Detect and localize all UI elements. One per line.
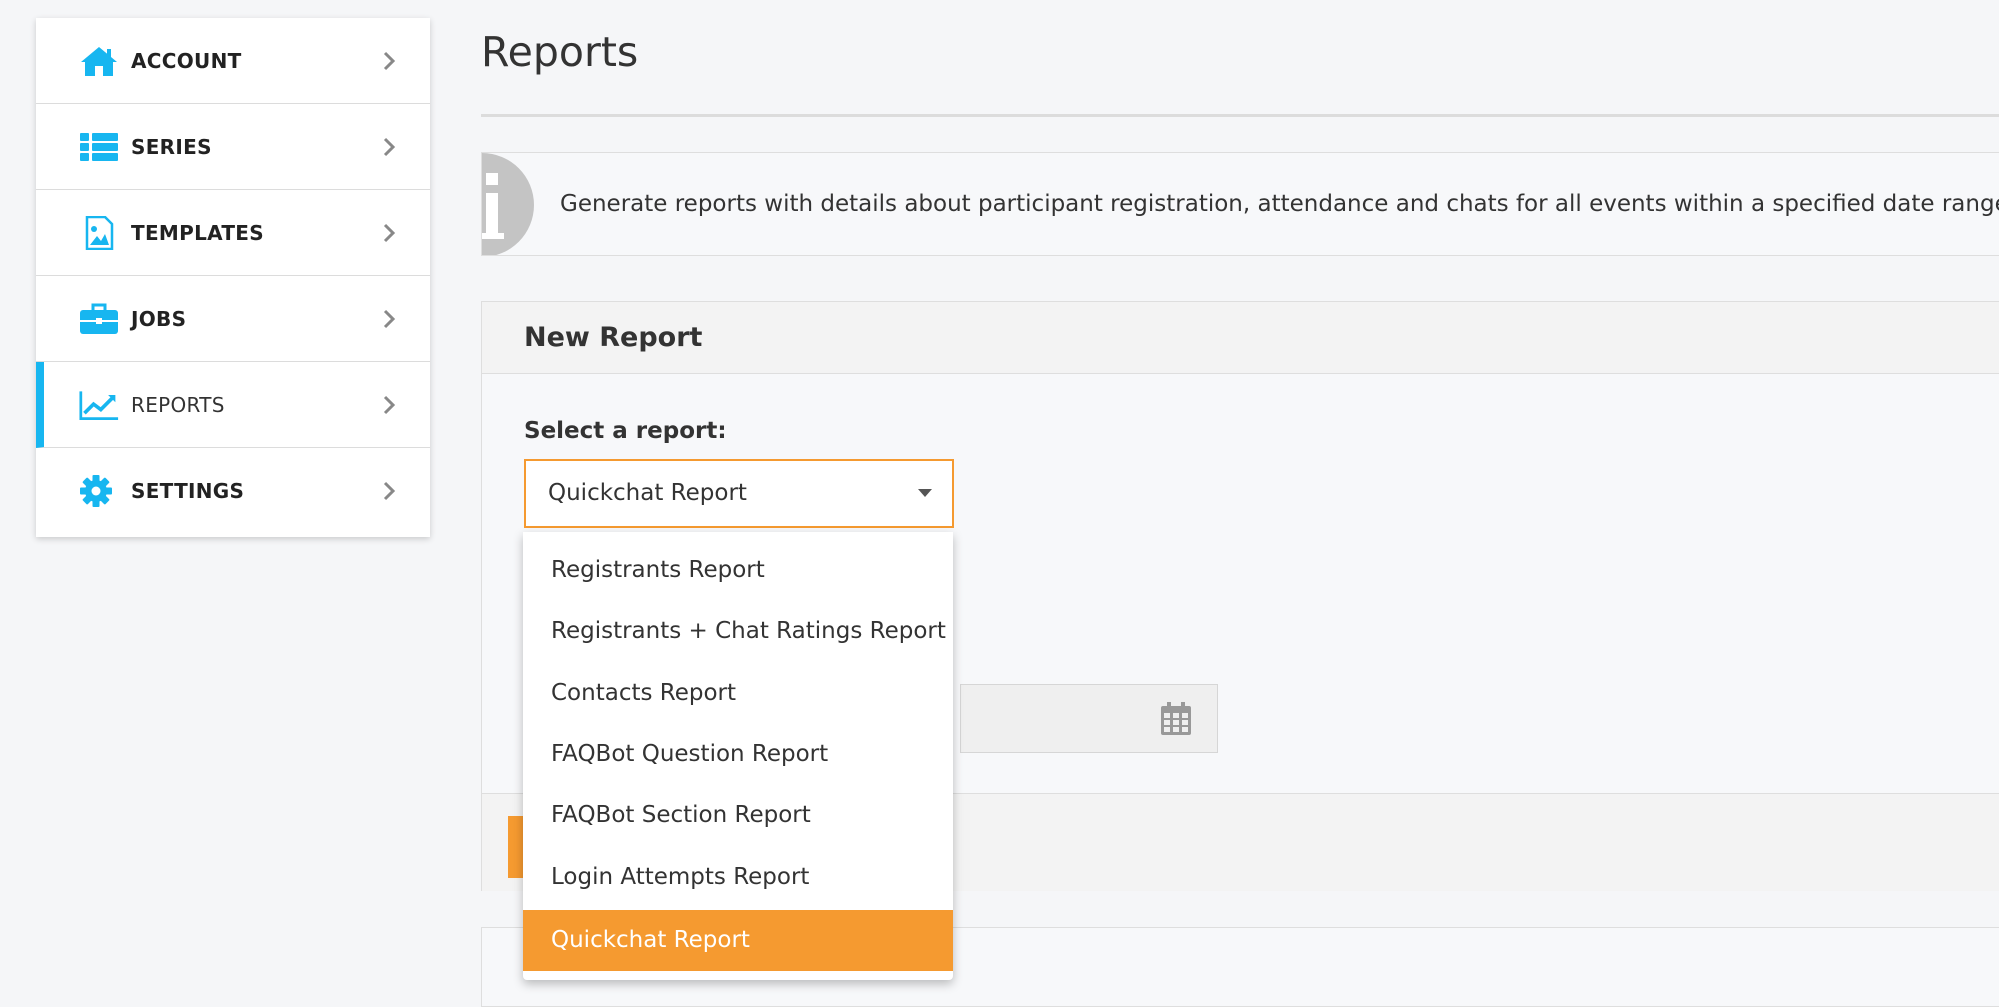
info-banner: Generate reports with details about part… [481,152,1999,256]
dropdown-option[interactable]: Registrants Report [523,540,953,601]
home-icon [81,47,117,76]
select-value: Quickchat Report [548,480,747,506]
report-type-select[interactable]: Quickchat Report [524,459,954,528]
dropdown-option-selected[interactable]: Quickchat Report [523,910,953,971]
chevron-right-icon [383,309,396,329]
chevron-right-icon [383,223,396,243]
sidebar-item-label: SERIES [131,135,212,159]
dropdown-option[interactable]: Registrants + Chat Ratings Report [523,601,953,662]
sidebar-item-settings[interactable]: SETTINGS [36,448,430,534]
sidebar-item-templates[interactable]: TEMPLATES [36,190,430,276]
sidebar-nav: ACCOUNT SERIES TEMPLATES JOBS REPORTS SE… [36,18,430,537]
dropdown-option[interactable]: Login Attempts Report [523,847,953,908]
gear-icon [80,475,112,507]
info-text: Generate reports with details about part… [560,191,1999,217]
chevron-right-icon [383,137,396,157]
info-icon [482,153,534,255]
sidebar-item-label: ACCOUNT [131,49,242,73]
sidebar-item-jobs[interactable]: JOBS [36,276,430,362]
calendar-icon[interactable] [1159,701,1193,737]
sidebar-item-reports[interactable]: REPORTS [36,362,430,448]
sidebar-item-account[interactable]: ACCOUNT [36,18,430,104]
select-report-label: Select a report: [524,418,727,444]
image-file-icon [85,216,114,250]
sidebar-item-label: REPORTS [131,393,225,417]
line-chart-icon [79,391,119,420]
end-date-input[interactable] [960,684,1218,753]
sidebar-item-series[interactable]: SERIES [36,104,430,190]
panel-title: New Report [524,322,703,353]
title-divider [481,114,1999,117]
sidebar-item-label: SETTINGS [131,479,245,503]
chevron-right-icon [383,51,396,71]
report-type-dropdown: Registrants Report Registrants + Chat Ra… [523,532,953,980]
dropdown-option[interactable]: Contacts Report [523,663,953,724]
list-icon [80,133,118,161]
briefcase-icon [80,303,118,334]
panel-header: New Report [482,302,1999,374]
sidebar-item-label: JOBS [131,307,187,331]
chevron-right-icon [383,481,396,501]
sidebar-item-label: TEMPLATES [131,221,264,245]
dropdown-option[interactable]: FAQBot Section Report [523,785,953,846]
page-title: Reports [481,28,639,76]
caret-down-icon [918,489,932,497]
chevron-right-icon [383,395,396,415]
dropdown-option[interactable]: FAQBot Question Report [523,724,953,785]
